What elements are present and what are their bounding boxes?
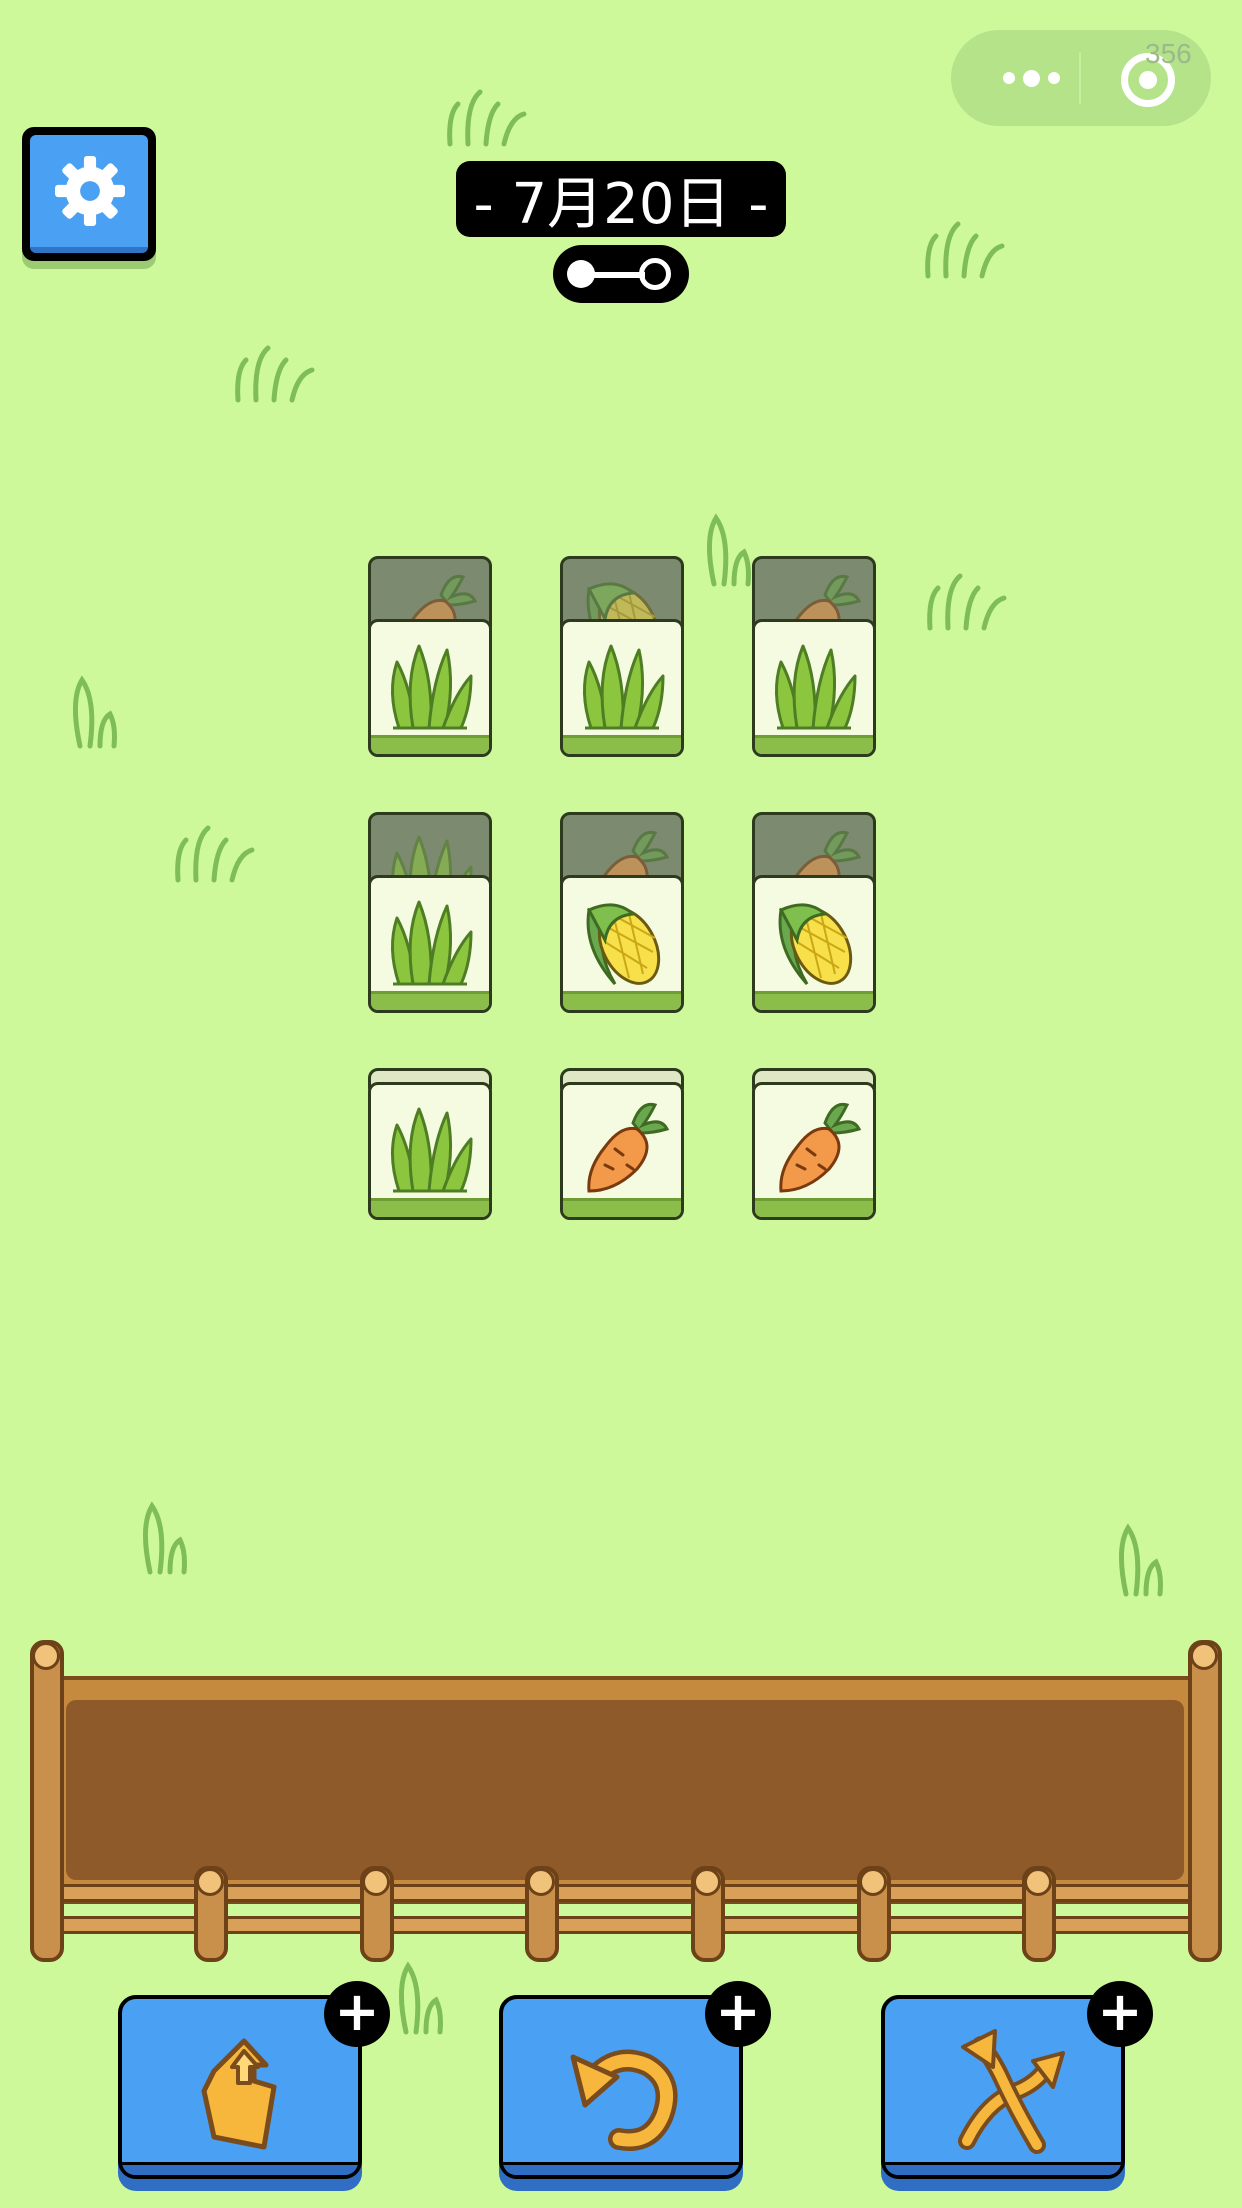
grass-tuft-decoration (706, 513, 751, 587)
shuffle-arrows-icon (958, 2029, 1065, 2154)
grass-tuft-decoration (398, 1961, 443, 2035)
fence-post (525, 1866, 559, 1962)
grass-decoration (235, 345, 315, 403)
undo-arrow-icon (570, 2049, 678, 2151)
grass-decoration (925, 221, 1005, 279)
fps-counter: 356 (1145, 38, 1192, 69)
fence-post (691, 1866, 725, 1962)
add-powerup-badge[interactable]: + (324, 1981, 390, 2047)
fence-post (360, 1866, 394, 1962)
grass-tuft-decoration (72, 675, 117, 749)
tile-corn[interactable] (560, 875, 684, 1013)
grass-tuft-decoration (1118, 1523, 1163, 1597)
add-powerup-badge[interactable]: + (1087, 1981, 1153, 2047)
tile-corn[interactable] (752, 875, 876, 1013)
progress-indicator (553, 245, 689, 303)
fence-post (1022, 1866, 1056, 1962)
add-powerup-badge[interactable]: + (705, 1981, 771, 2047)
grass-decoration (175, 825, 255, 883)
tile-grass[interactable] (752, 619, 876, 757)
tile-grass[interactable] (368, 619, 492, 757)
tile-grass[interactable] (560, 619, 684, 757)
lift-out-button[interactable]: + (118, 1981, 390, 2179)
fence-post (1188, 1640, 1222, 1962)
settings-button[interactable] (22, 127, 156, 261)
capsule-divider (1079, 52, 1081, 104)
undo-button[interactable]: + (499, 1981, 771, 2179)
shuffle-button[interactable]: + (881, 1981, 1153, 2179)
grass-decoration (927, 573, 1007, 631)
fence-post (857, 1866, 891, 1962)
level-date-label: - 7月20日 - (456, 161, 786, 237)
fence-post (194, 1866, 228, 1962)
grass-decoration (447, 89, 527, 147)
tile-grass[interactable] (368, 1082, 492, 1220)
gear-icon (55, 156, 125, 226)
tile-carrot[interactable] (752, 1082, 876, 1220)
tile-grass[interactable] (368, 875, 492, 1013)
tile-carrot[interactable] (560, 1082, 684, 1220)
fence-post (30, 1640, 64, 1962)
more-dots-icon[interactable] (991, 30, 1071, 126)
lift-tiles-icon (201, 2038, 277, 2150)
grass-tuft-decoration (142, 1501, 187, 1575)
